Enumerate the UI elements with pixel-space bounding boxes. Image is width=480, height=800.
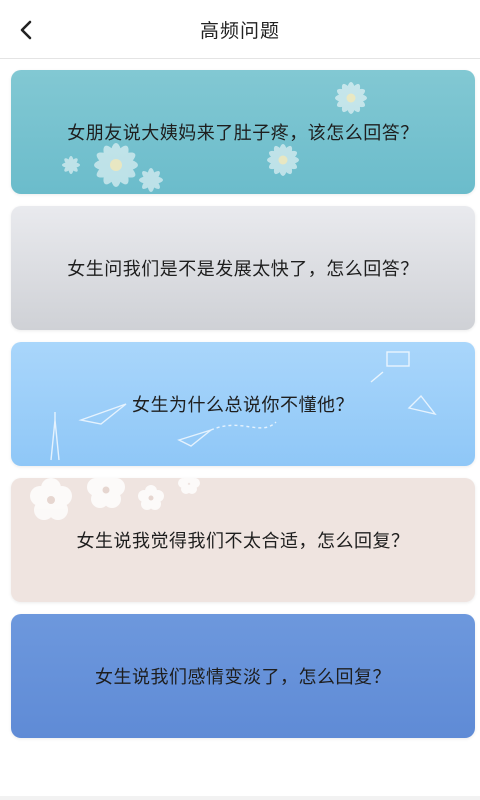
question-label: 女生说我们感情变淡了，怎么回复？ [95, 667, 391, 688]
question-card-5[interactable]: 女生说我们感情变淡了，怎么回复？ [11, 614, 475, 738]
bottom-divider [0, 796, 480, 800]
question-card-4[interactable]: 女生说我觉得我们不太合适，怎么回复？ [11, 478, 475, 602]
question-card-1[interactable]: 女朋友说大姨妈来了肚子疼，该怎么回答？ [11, 70, 475, 194]
question-card-3[interactable]: 女生为什么总说你不懂他？ [11, 342, 475, 466]
question-label: 女朋友说大姨妈来了肚子疼，该怎么回答？ [67, 123, 419, 144]
question-label: 女生为什么总说你不懂他？ [132, 395, 354, 416]
question-card-2[interactable]: 女生问我们是不是发展太快了，怎么回答？ [11, 206, 475, 330]
question-label: 女生说我觉得我们不太合适，怎么回复？ [76, 531, 410, 552]
page-title: 高频问题 [199, 20, 280, 42]
top-bar: 高频问题 [0, 0, 480, 59]
question-label: 女生问我们是不是发展太快了，怎么回答？ [67, 259, 419, 280]
